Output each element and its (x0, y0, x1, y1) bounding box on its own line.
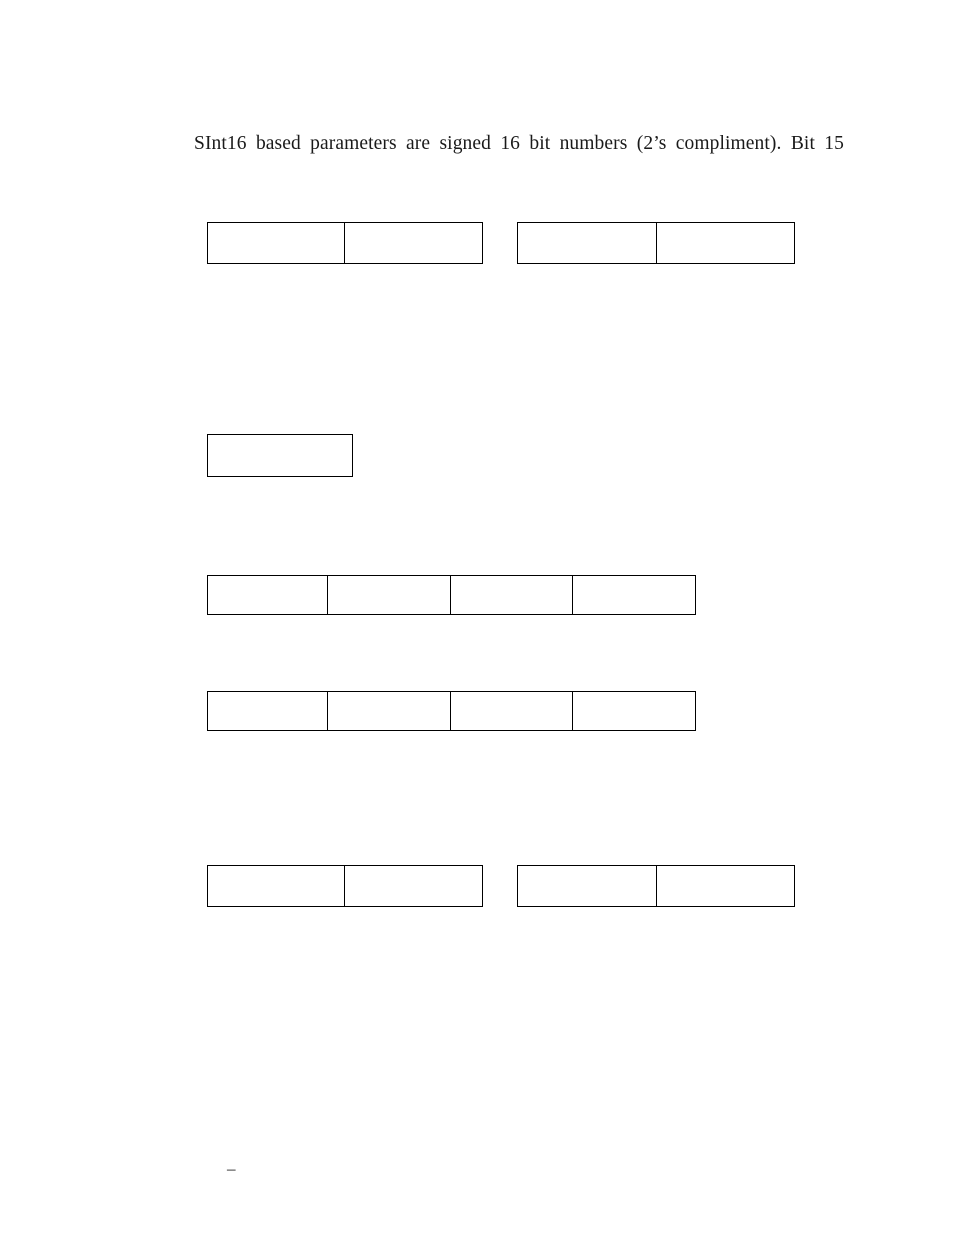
table-cell (572, 691, 696, 731)
table-cell (327, 575, 451, 615)
table-2-single (207, 434, 353, 477)
table-cell (656, 865, 795, 907)
table-row (517, 222, 795, 264)
table-cell (572, 575, 696, 615)
table-cell (517, 222, 657, 264)
table-cell (207, 222, 345, 264)
table-3 (207, 575, 696, 615)
document-page: SInt16 based parameters are signed 16 bi… (0, 0, 954, 1235)
table-row (207, 691, 696, 731)
table-5-left (207, 865, 483, 907)
table-5-right (517, 865, 795, 907)
table-cell (450, 575, 573, 615)
table-cell (344, 222, 483, 264)
table-row (207, 434, 353, 477)
table-cell (450, 691, 573, 731)
table-row (207, 222, 483, 264)
table-cell (327, 691, 451, 731)
table-1-left (207, 222, 483, 264)
table-row (207, 865, 483, 907)
table-4 (207, 691, 696, 731)
table-cell (207, 575, 328, 615)
table-cell (517, 865, 657, 907)
table-cell (344, 865, 483, 907)
table-cell (656, 222, 795, 264)
table-1-right (517, 222, 795, 264)
table-cell (207, 865, 345, 907)
footer-dash-mark: – (227, 1159, 236, 1178)
table-cell (207, 434, 353, 477)
body-paragraph: SInt16 based parameters are signed 16 bi… (194, 133, 844, 154)
table-cell (207, 691, 328, 731)
table-row (207, 575, 696, 615)
table-row (517, 865, 795, 907)
